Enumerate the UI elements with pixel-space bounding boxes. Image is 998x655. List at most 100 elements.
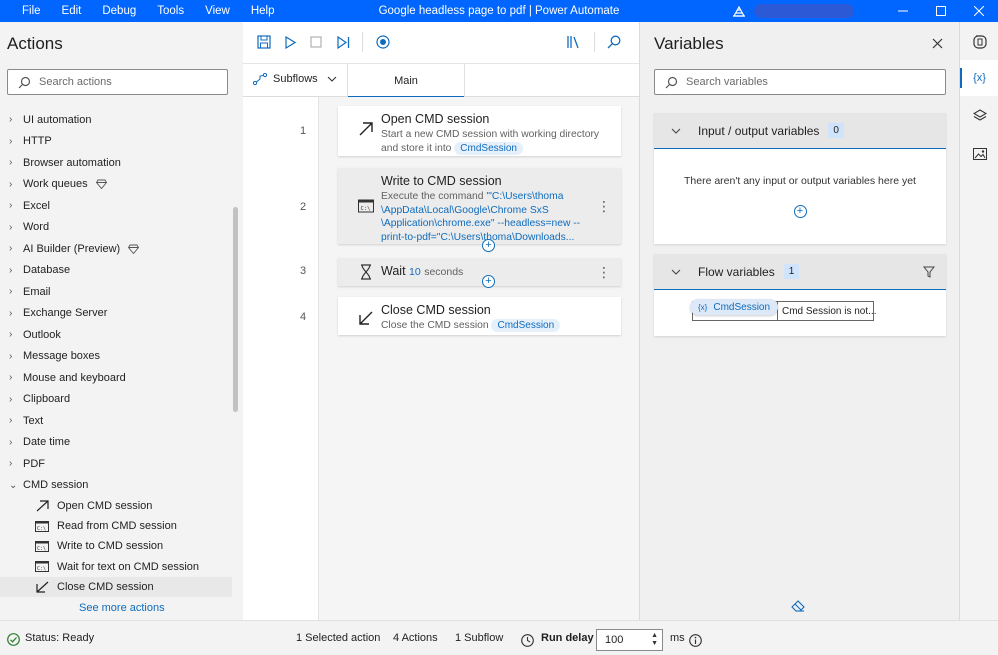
category-database[interactable]: › Database [0,260,232,282]
tab-main[interactable]: Main [347,64,465,98]
wait-unit: seconds [424,266,464,278]
save-button[interactable] [255,33,273,51]
run-next-action-button[interactable] [334,33,352,51]
step-wait[interactable]: Wait 10 seconds ⋮ [338,258,621,286]
search-actions-input[interactable]: Search actions [7,69,228,95]
chevron-right-icon: › [9,415,13,427]
action-write-to-cmd-session[interactable]: C:\ Write to CMD session [0,536,232,556]
input-output-variables-section: Input / output variables 0 There aren't … [654,113,946,244]
action-label: Wait for text on CMD session [57,560,200,573]
filter-icon[interactable] [923,266,935,278]
line-number-gutter: 1 2 3 4 [243,97,319,620]
category-ai-builder[interactable]: › AI Builder (Preview) [0,238,232,260]
more-options-icon[interactable]: ⋮ [597,199,611,213]
menu-view[interactable]: View [205,5,230,17]
category-date-time[interactable]: › Date time [0,432,232,454]
menu-bar: File Edit Debug Tools View Help [0,5,295,17]
category-mouse-and-keyboard[interactable]: › Mouse and keyboard [0,367,232,389]
category-ui-automation[interactable]: › UI automation [0,109,232,131]
chevron-right-icon: › [9,458,13,470]
variables-rail-button[interactable]: {x} [960,60,998,96]
designer-toolbar [243,22,639,64]
ui-elements-rail-button[interactable] [960,98,998,134]
category-clipboard[interactable]: › Clipboard [0,389,232,411]
see-more-actions-link[interactable]: See more actions [79,602,165,614]
action-read-from-cmd-session[interactable]: C:\ Read from CMD session [0,516,232,536]
add-action-icon[interactable]: + [482,239,495,252]
environment-icon[interactable] [732,4,746,18]
chevron-right-icon: › [9,307,13,319]
category-exchange-server[interactable]: › Exchange Server [0,303,232,325]
close-variables-button[interactable] [932,36,943,54]
action-close-cmd-session[interactable]: Close CMD session [0,576,232,597]
step-title: Close CMD session [381,303,491,317]
designer-search-button[interactable] [605,33,623,51]
variables-panel: Variables Search variables Input / outpu… [639,22,959,620]
subflows-dropdown[interactable]: Subflows [253,73,337,85]
step-title: Wait 10 seconds [381,264,463,278]
input-output-header[interactable]: Input / output variables 0 [654,113,946,149]
subflows-icon [253,73,267,85]
chevron-right-icon: › [9,436,13,448]
flow-variables-header[interactable]: Flow variables 1 [654,254,946,290]
step-open-cmd-session[interactable]: Open CMD session Start a new CMD session… [338,106,621,156]
status-ok-icon [7,633,20,646]
category-work-queues[interactable]: › Work queues [0,174,232,196]
chevron-right-icon: › [9,286,13,298]
user-account-pill[interactable] [754,4,854,18]
actions-scrollbar[interactable] [233,207,238,412]
category-word[interactable]: › Word [0,217,232,239]
category-label: Mouse and keyboard [23,371,126,384]
arrow-down-left-icon [359,311,373,325]
minimize-button[interactable] [884,0,922,22]
eraser-icon[interactable] [791,600,805,612]
record-button[interactable] [374,33,392,51]
status-text: Status: Ready [25,632,95,644]
copilot-button[interactable] [960,24,998,60]
category-text[interactable]: › Text [0,410,232,432]
close-button[interactable] [960,0,998,22]
category-http[interactable]: › HTTP [0,131,232,153]
search-variables-input[interactable]: Search variables [654,69,946,95]
step-close-cmd-session[interactable]: Close CMD session Close the CMD session … [338,297,621,335]
variable-name-chip[interactable]: {x} CmdSession [690,299,779,315]
category-message-boxes[interactable]: › Message boxes [0,346,232,368]
console-window-icon: C:\ [35,520,49,532]
maximize-button[interactable] [922,0,960,22]
category-outlook[interactable]: › Outlook [0,324,232,346]
category-browser-automation[interactable]: › Browser automation [0,152,232,174]
console-window-icon: C:\ [358,199,374,213]
add-action-icon[interactable]: + [482,275,495,288]
category-label: Exchange Server [23,307,108,320]
category-label: Text [23,414,44,427]
category-label: AI Builder (Preview) [23,242,121,255]
category-label: Database [23,264,71,277]
more-options-icon[interactable]: ⋮ [597,265,611,279]
chevron-down-icon: ⌄ [9,479,18,491]
action-open-cmd-session[interactable]: Open CMD session [0,496,232,516]
category-cmd-session[interactable]: ⌄ CMD session [0,475,232,497]
stop-button[interactable] [307,33,325,51]
status-bar: Status: Ready 1 Selected action 4 Action… [0,620,998,655]
search-icon [607,35,621,49]
category-email[interactable]: › Email [0,281,232,303]
run-delay-input[interactable]: 100 ▲ ▼ [596,629,663,651]
step-write-to-cmd-session[interactable]: C:\ Write to CMD session Execute the com… [338,168,621,244]
step-title-text: Wait [381,264,406,278]
menu-help[interactable]: Help [251,5,275,17]
images-rail-button[interactable] [960,136,998,172]
menu-file[interactable]: File [22,5,41,17]
category-excel[interactable]: › Excel [0,195,232,217]
menu-debug[interactable]: Debug [102,5,136,17]
run-button[interactable] [281,33,299,51]
category-pdf[interactable]: › PDF [0,453,232,475]
assets-library-button[interactable] [564,33,582,51]
add-variable-icon[interactable]: + [793,205,807,218]
actions-count: 4 Actions [393,632,438,644]
menu-edit[interactable]: Edit [62,5,82,17]
spinner-arrows-icon[interactable]: ▲ ▼ [651,632,658,648]
step-forward-icon [336,35,349,49]
action-wait-for-text-on-cmd-session[interactable]: C:\ Wait for text on CMD session [0,557,232,577]
info-icon[interactable] [689,634,702,647]
menu-tools[interactable]: Tools [157,5,184,17]
